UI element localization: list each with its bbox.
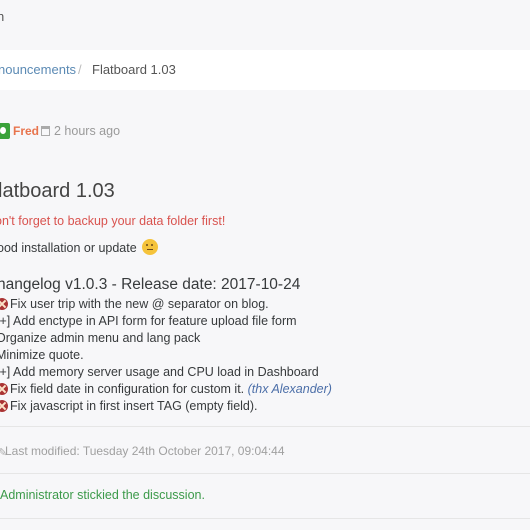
post-title: latboard 1.03 (0, 180, 115, 203)
breadcrumb-separator: / (78, 62, 82, 77)
changelog-item: Fix javascript in first insert TAG (empt… (0, 398, 332, 415)
changelog-item: Minimize quote. (0, 347, 332, 364)
post-time: 2 hours ago (54, 124, 121, 138)
good-install-line: ood installation or update (0, 239, 159, 255)
bug-icon (0, 400, 8, 412)
good-install-text: ood installation or update (0, 241, 137, 255)
sticky-notice: Administrator stickied the discussion. (0, 488, 205, 502)
top-navbar: n (0, 0, 530, 50)
changelog-item-text: Fix user trip with the new @ separator o… (10, 297, 269, 311)
author-name[interactable]: Fred (13, 124, 39, 138)
breadcrumb-current: Flatboard 1.03 (92, 62, 176, 77)
backup-warning: on't forget to backup your data folder f… (0, 214, 226, 228)
divider (0, 518, 530, 519)
thanks-note: (thx Alexander) (247, 382, 332, 396)
changelog-item-text: Minimize quote. (0, 348, 84, 362)
avatar[interactable] (0, 123, 10, 139)
divider (0, 473, 530, 474)
bug-icon (0, 383, 8, 395)
changelog-item: Organize admin menu and lang pack (0, 330, 332, 347)
breadcrumb: nouncements / Flatboard 1.03 (0, 50, 530, 90)
changelog-item: Fix user trip with the new @ separator o… (0, 296, 332, 313)
changelog-item: [+] Add enctype in API form for feature … (0, 313, 332, 330)
changelog-item-text: Fix javascript in first insert TAG (empt… (10, 399, 258, 413)
changelog-item: Fix field date in configuration for cust… (0, 381, 332, 398)
changelog-heading: hangelog v1.0.3 - Release date: 2017-10-… (0, 276, 301, 293)
changelog-item-text: Fix field date in configuration for cust… (10, 382, 248, 396)
bug-icon (0, 298, 8, 310)
calendar-icon (41, 126, 50, 136)
changelog-item-text: [+] Add memory server usage and CPU load… (0, 365, 319, 379)
changelog-item: [+] Add memory server usage and CPU load… (0, 364, 332, 381)
divider (0, 426, 530, 427)
last-modified: Last modified: Tuesday 24th October 2017… (5, 444, 285, 458)
post: Fred 2 hours ago latboard 1.03 on't forg… (0, 108, 530, 530)
changelog-list: Fix user trip with the new @ separator o… (0, 296, 332, 415)
breadcrumb-link-announcements[interactable]: nouncements (0, 62, 76, 77)
nav-item[interactable]: n (0, 9, 4, 24)
changelog-item-text: Organize admin menu and lang pack (0, 331, 201, 345)
thinking-emoji-icon (142, 239, 159, 255)
changelog-item-text: [+] Add enctype in API form for feature … (0, 314, 297, 328)
